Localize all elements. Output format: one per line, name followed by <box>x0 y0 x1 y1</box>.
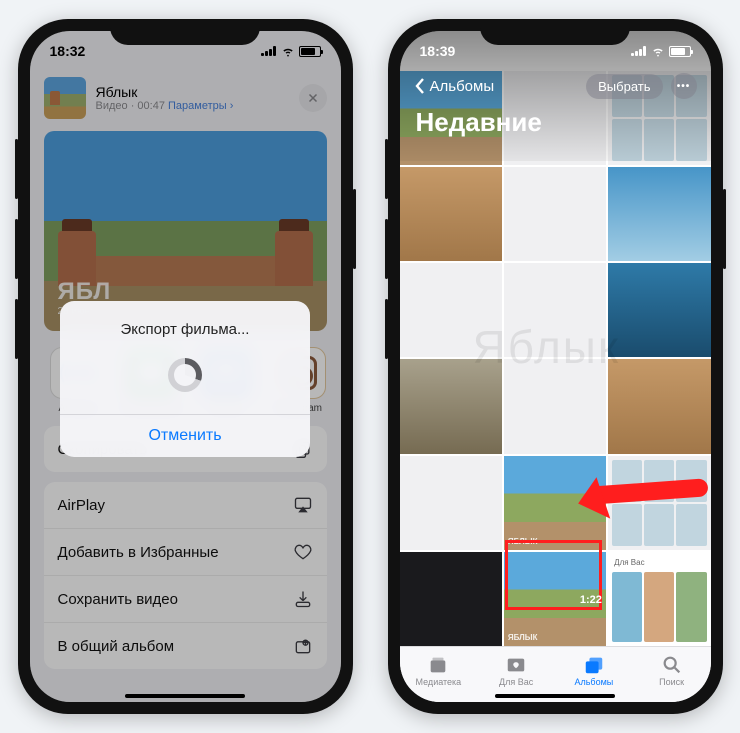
grid-cell[interactable] <box>608 263 710 357</box>
battery-icon <box>669 46 691 57</box>
grid-cell[interactable] <box>400 167 502 261</box>
status-time: 18:32 <box>50 43 86 59</box>
screen-right: 18:39 Альбомы Выбрать ••• Недавние <box>400 31 711 702</box>
export-message: Экспорт фильма... <box>60 301 310 344</box>
export-progress <box>60 344 310 414</box>
grid-cell[interactable] <box>400 552 502 646</box>
notch <box>480 19 630 45</box>
home-indicator[interactable] <box>495 694 615 698</box>
more-button[interactable]: ••• <box>671 73 697 99</box>
grid-cell[interactable] <box>400 359 502 453</box>
notch <box>110 19 260 45</box>
grid-cell[interactable] <box>400 456 502 550</box>
cell-signal-icon <box>261 46 277 56</box>
progress-pie-icon <box>168 358 202 392</box>
search-icon <box>661 654 683 676</box>
battery-icon <box>299 46 321 57</box>
grid-cell[interactable] <box>504 167 606 261</box>
grid-cell[interactable] <box>504 263 606 357</box>
grid-cell[interactable] <box>608 167 710 261</box>
wifi-icon <box>281 44 295 58</box>
wifi-icon <box>651 44 665 58</box>
export-modal: Экспорт фильма... Отменить <box>60 301 310 457</box>
status-time: 18:39 <box>420 43 456 59</box>
tab-library[interactable]: Медиатека <box>400 647 478 702</box>
back-button[interactable]: Альбомы <box>414 77 495 95</box>
video-duration-badge: 1:22 <box>580 594 705 606</box>
albums-icon <box>583 654 605 676</box>
cell-signal-icon <box>631 46 647 56</box>
library-icon <box>427 654 449 676</box>
select-button[interactable]: Выбрать <box>586 74 662 99</box>
home-indicator[interactable] <box>125 694 245 698</box>
chevron-left-icon <box>414 77 426 95</box>
grid-cell[interactable] <box>400 263 502 357</box>
cancel-button[interactable]: Отменить <box>60 414 310 457</box>
tab-search[interactable]: Поиск <box>633 647 711 702</box>
phone-right: 18:39 Альбомы Выбрать ••• Недавние <box>388 19 723 714</box>
page-title: Недавние <box>400 101 711 144</box>
grid-cell[interactable] <box>504 359 606 453</box>
screen-left: 18:32 Яблык Видео · 00:47 Параметры › <box>30 31 341 702</box>
phone-left: 18:32 Яблык Видео · 00:47 Параметры › <box>18 19 353 714</box>
foryou-icon <box>505 654 527 676</box>
